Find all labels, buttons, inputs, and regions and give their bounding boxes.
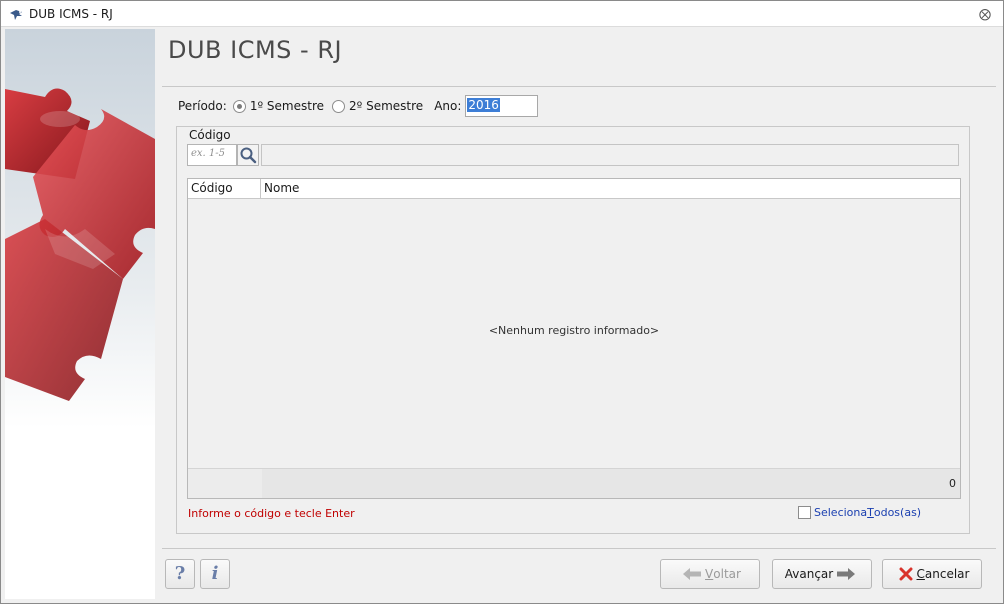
radio-label-semester-1: 1º Semestre xyxy=(249,99,324,113)
arrow-right-icon xyxy=(837,568,856,580)
year-value: 2016 xyxy=(467,98,500,112)
checkbox-box[interactable] xyxy=(798,506,811,519)
help-button[interactable]: ? xyxy=(165,559,195,589)
search-button[interactable] xyxy=(237,144,259,166)
code-input[interactable]: ex. 1-5 xyxy=(187,144,237,166)
sidebar-banner xyxy=(5,29,155,599)
column-header-nome[interactable]: Nome xyxy=(261,179,960,199)
hint-text: Informe o código e tecle Enter xyxy=(188,507,355,520)
select-all-prefix: Seleciona xyxy=(814,506,868,519)
table-header: Código Nome xyxy=(188,179,960,199)
close-icon[interactable]: ⨂ xyxy=(977,6,993,22)
name-display-field xyxy=(261,144,959,166)
cancel-label: ancelar xyxy=(924,567,970,581)
table-footer: 0 xyxy=(188,468,960,498)
radio-semester-1[interactable]: 1º Semestre xyxy=(232,99,324,113)
x-cancel-icon xyxy=(899,567,913,581)
select-all-suffix: odos(as) xyxy=(873,506,922,519)
info-button[interactable]: i xyxy=(200,559,230,589)
title-bar[interactable]: DUB ICMS - RJ ⨂ xyxy=(1,1,1003,27)
divider xyxy=(162,86,996,87)
puzzle-pieces-image xyxy=(5,29,155,599)
record-count: 0 xyxy=(949,477,956,490)
dialog-window: DUB ICMS - RJ ⨂ DUB ICMS - RJ Período: 1… xyxy=(0,0,1004,604)
radio-label-semester-2: 2º Semestre xyxy=(349,99,424,113)
select-all-mnemonic: T xyxy=(867,506,874,519)
radio-semester-2[interactable]: 2º Semestre xyxy=(332,99,423,113)
page-title: DUB ICMS - RJ xyxy=(168,36,343,64)
code-group-legend: Código xyxy=(187,128,233,142)
radio-button-checked[interactable] xyxy=(232,99,246,113)
cancel-button[interactable]: Cancelar xyxy=(882,559,982,589)
period-row: Período: 1º Semestre 2º Semestre Ano: 20… xyxy=(178,95,539,117)
radio-button[interactable] xyxy=(332,99,345,113)
empty-table-message: <Nenhum registro informado> xyxy=(488,324,660,337)
table-footer-left-cell xyxy=(188,469,262,498)
next-button[interactable]: Avançar xyxy=(772,559,872,589)
search-icon xyxy=(240,147,257,164)
window-title: DUB ICMS - RJ xyxy=(29,7,113,21)
column-header-codigo[interactable]: Código xyxy=(188,179,261,199)
back-label: oltar xyxy=(713,567,741,581)
back-mnemonic: V xyxy=(705,567,714,581)
back-button[interactable]: Voltar xyxy=(660,559,760,589)
next-label: Avançar xyxy=(784,567,834,581)
select-all-checkbox[interactable]: Seleciona Todos(as) xyxy=(798,506,921,519)
bird-app-icon xyxy=(10,10,22,20)
year-label: Ano: xyxy=(434,99,462,113)
arrow-left-icon xyxy=(683,568,702,580)
year-input[interactable]: 2016 xyxy=(465,95,539,117)
records-table[interactable]: Código Nome <Nenhum registro informado> … xyxy=(187,178,961,499)
cancel-mnemonic: C xyxy=(916,567,925,581)
footer-divider xyxy=(162,548,996,549)
period-label: Período: xyxy=(178,99,227,113)
main-panel: DUB ICMS - RJ Período: 1º Semestre 2º Se… xyxy=(156,28,1000,601)
